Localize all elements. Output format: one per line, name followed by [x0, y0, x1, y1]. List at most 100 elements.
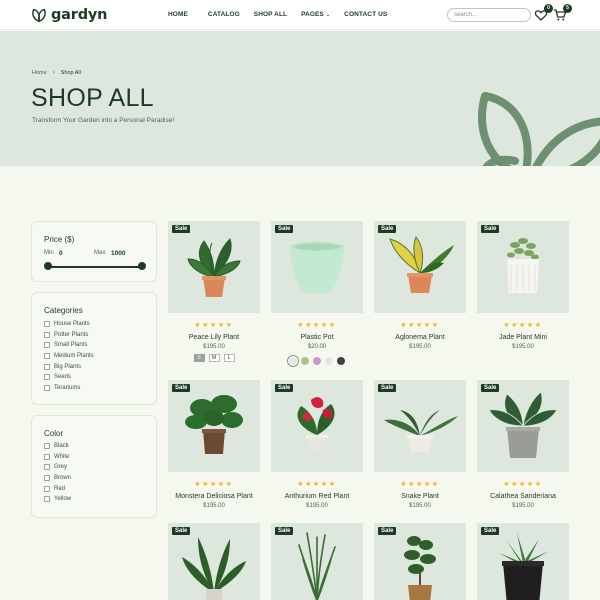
nav-shop-all[interactable]: SHOP ALL [254, 11, 287, 18]
product-price: $20.00 [307, 344, 327, 350]
checkbox[interactable] [44, 475, 50, 482]
product-image[interactable]: Sale [168, 523, 260, 600]
product-name[interactable]: Monstera Deliciosa Plant [168, 493, 260, 500]
checkbox[interactable] [44, 496, 50, 503]
category-option[interactable]: Terariums [44, 383, 94, 394]
checkbox[interactable] [44, 464, 50, 471]
product-image[interactable]: Sale [477, 380, 569, 472]
wishlist-count-badge: 0 [544, 4, 553, 13]
product-card[interactable]: Sale ★★★★★ Peace Lily Plant $195.00 S M … [168, 221, 260, 362]
sale-badge: Sale [378, 384, 397, 392]
brand-logo[interactable]: gardyn [30, 6, 107, 24]
color-option[interactable]: Yellow [44, 494, 71, 505]
nav-catalog[interactable]: CATALOG [208, 11, 240, 18]
product-card[interactable]: Sale ★★★★★ Calathea Sanderiana $195.00 [477, 380, 569, 509]
breadcrumb-home[interactable]: Home [32, 70, 47, 76]
product-image[interactable]: Sale [271, 221, 363, 313]
category-option[interactable]: Potter Plants [44, 330, 94, 341]
checkbox[interactable] [44, 384, 50, 391]
checkbox[interactable] [44, 485, 50, 492]
category-option[interactable]: Big Plants [44, 361, 94, 372]
nav-home[interactable]: HOME [168, 11, 188, 18]
search-input[interactable] [447, 8, 531, 22]
cart-button[interactable]: 5 [553, 4, 572, 22]
color-swatch[interactable] [289, 357, 297, 365]
size-option-l[interactable]: L [223, 354, 235, 362]
color-swatch[interactable] [313, 357, 321, 365]
product-name[interactable]: Snake Plant [374, 493, 466, 500]
price-slider-min-handle[interactable] [44, 262, 52, 270]
rating-stars: ★★★★★ [503, 322, 543, 329]
wishlist-button[interactable]: 0 [534, 4, 553, 22]
sale-badge: Sale [378, 225, 397, 233]
product-price: $195.00 [409, 344, 431, 350]
product-image[interactable]: Sale [271, 523, 363, 600]
breadcrumb-current: Shop All [60, 70, 81, 76]
product-name[interactable]: Peace Lily Plant [168, 334, 260, 341]
product-card[interactable]: Sale ★★★★★ Monstera Deliciosa Plant $195… [168, 380, 260, 509]
category-option[interactable]: Seeds [44, 372, 94, 383]
category-label: Medium Plants [54, 353, 94, 360]
product-image[interactable]: Sale [271, 380, 363, 472]
product-card[interactable]: Sale [477, 523, 569, 600]
product-image[interactable]: Sale [168, 380, 260, 472]
size-option-s[interactable]: S [193, 354, 205, 362]
checkbox[interactable] [44, 453, 50, 460]
color-swatch[interactable] [301, 357, 309, 365]
product-name[interactable]: Aglonema Plant [374, 334, 466, 341]
product-image[interactable]: Sale [477, 523, 569, 600]
chevron-right-icon: › [52, 70, 55, 76]
product-card[interactable]: Sale ★★★★★ Aglonema Plant $195.00 [374, 221, 466, 350]
product-card[interactable]: Sale ★★★★★ Anthurium Red Plant $195.00 [271, 380, 363, 509]
checkbox[interactable] [44, 363, 50, 370]
anthurium-image [297, 397, 335, 452]
category-option[interactable]: Small Plants [44, 340, 94, 351]
checkbox[interactable] [44, 342, 50, 349]
product-card[interactable]: Sale [271, 523, 363, 600]
product-name[interactable]: Anthurium Red Plant [271, 493, 363, 500]
product-card[interactable]: Sale ★★★★★ Snake Plant $195.00 [374, 380, 466, 509]
color-label: Grey [54, 464, 68, 471]
product-price: $195.00 [512, 503, 534, 509]
product-card[interactable]: Sale [374, 523, 466, 600]
category-option[interactable]: Medium Plants [44, 351, 94, 362]
size-option-m[interactable]: M [208, 354, 220, 362]
color-option[interactable]: Black [44, 441, 71, 452]
page-subtitle: Transform Your Garden into a Personal Pa… [32, 117, 175, 124]
price-slider-track[interactable] [48, 266, 143, 268]
decorative-leaves-icon [477, 92, 600, 166]
product-image[interactable]: Sale [374, 523, 466, 600]
color-swatch[interactable] [325, 357, 333, 365]
product-image[interactable]: Sale [374, 221, 466, 313]
color-label: Brown [54, 475, 72, 482]
product-name[interactable]: Plastic Pot [271, 334, 363, 341]
color-swatch[interactable] [337, 357, 345, 365]
calathea-image [488, 391, 558, 458]
product-image[interactable]: Sale [477, 221, 569, 313]
nav-pages[interactable]: PAGES ⌄ [301, 11, 330, 18]
checkbox[interactable] [44, 321, 50, 328]
page-title: SHOP ALL [31, 84, 154, 112]
product-card[interactable]: Sale ★★★★★ Jade Plant Mini $195.00 [477, 221, 569, 350]
product-name[interactable]: Calathea Sanderiana [477, 493, 569, 500]
checkbox[interactable] [44, 331, 50, 338]
checkbox[interactable] [44, 374, 50, 381]
price-slider-max-handle[interactable] [138, 262, 146, 270]
checkbox[interactable] [44, 353, 50, 360]
product-image[interactable]: Sale [168, 221, 260, 313]
product-image[interactable]: Sale [374, 380, 466, 472]
product-name[interactable]: Jade Plant Mini [477, 334, 569, 341]
product-price: $195.00 [512, 344, 534, 350]
color-option[interactable]: Red [44, 483, 71, 494]
sale-badge: Sale [378, 527, 397, 535]
checkbox[interactable] [44, 443, 50, 450]
product-card[interactable]: Sale [168, 523, 260, 600]
color-option[interactable]: Brown [44, 473, 71, 484]
color-option[interactable]: White [44, 452, 71, 463]
color-option[interactable]: Grey [44, 462, 71, 473]
nav-contact-us[interactable]: CONTACT US [344, 11, 387, 18]
breadcrumb: Home › Shop All [32, 70, 81, 76]
category-option[interactable]: House Plants [44, 319, 94, 330]
price-max-label: Max [94, 250, 106, 256]
product-card[interactable]: Sale ★★★★★ Plastic Pot $20.00 [271, 221, 363, 365]
